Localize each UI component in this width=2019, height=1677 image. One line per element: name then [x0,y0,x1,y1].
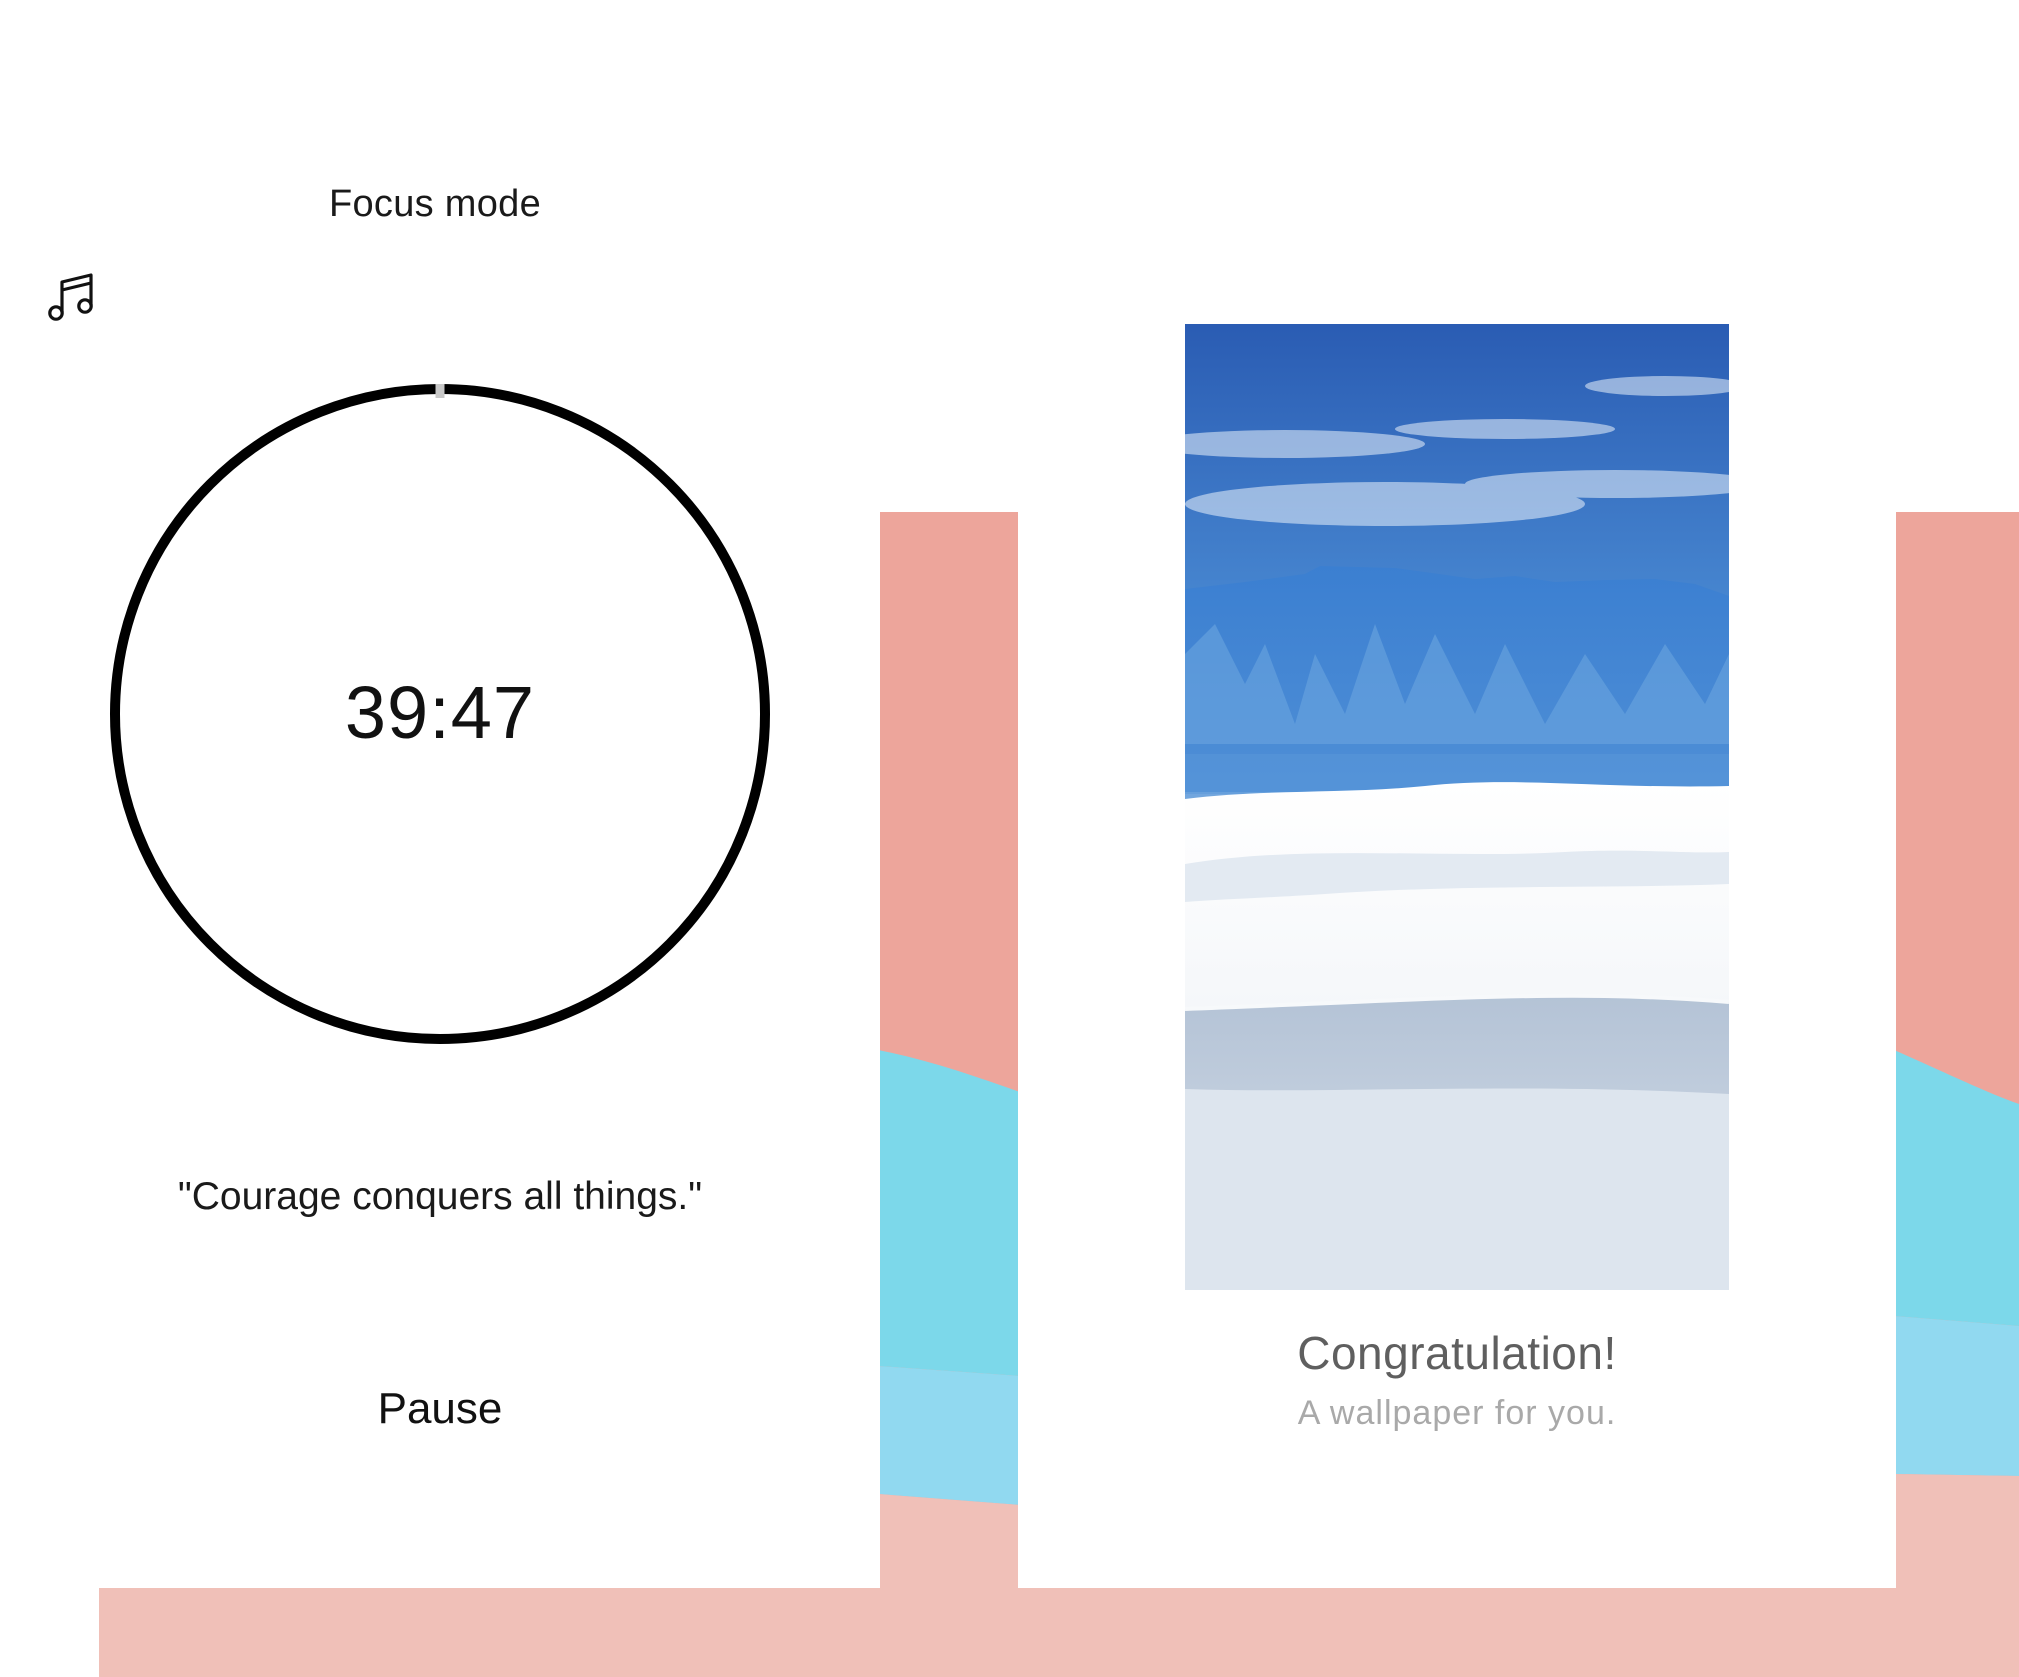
desert-mountain-landscape [1185,324,1729,1290]
wallpaper-subtitle: A wallpaper for you. [1297,1394,1617,1432]
music-note-icon-glyph [48,273,93,321]
right-lightblue-wave [1894,1316,2019,1476]
pause-button[interactable]: Pause [340,1378,540,1440]
screen-title: Focus mode [328,183,542,225]
music-note-icon[interactable] [40,268,104,332]
middle-cyan-wave [878,1050,1020,1376]
middle-pink-wave [878,1494,1020,1592]
motivational-quote: "Courage conquers all things." [177,1175,703,1218]
right-pink-wave [1894,1474,2019,1592]
bottom-pink-band [99,1588,2019,1677]
timer-countdown: 39:47 [344,671,536,754]
middle-lightblue-wave [878,1366,1020,1505]
app-canvas: Focus mode 39:47 "Courage conquers all t… [0,0,2019,1677]
congratulation-heading: Congratulation! [1297,1327,1617,1379]
wallpaper-image[interactable] [1185,324,1729,1290]
foreground-sand [1185,1088,1729,1290]
